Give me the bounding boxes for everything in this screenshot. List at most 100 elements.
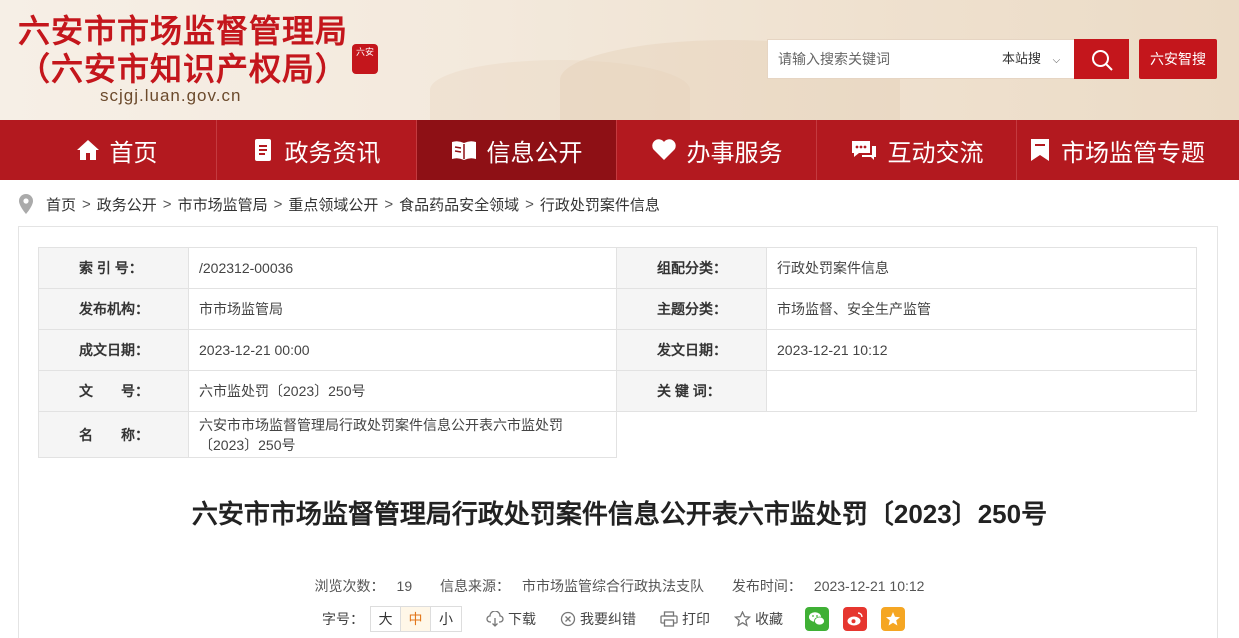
- article-title: 六安市市场监督管理局行政处罚案件信息公开表六市监处罚〔2023〕250号: [191, 499, 1048, 529]
- font-size-medium-button[interactable]: 中: [401, 606, 431, 631]
- report-error-label: 我要纠错: [580, 610, 636, 627]
- qzone-share-button[interactable]: [881, 606, 905, 631]
- meta-label: 主题分类：: [616, 288, 767, 330]
- share-buttons: [805, 606, 919, 631]
- meta-value-doc-number: 六市监处罚〔2023〕250号: [188, 370, 617, 412]
- nav-item-label: 首页: [109, 139, 158, 167]
- nav-item-label: 信息公开: [486, 139, 583, 167]
- weibo-icon: [847, 611, 863, 625]
- font-size-label: 字号：: [322, 610, 364, 627]
- breadcrumb-separator: >: [162, 195, 172, 213]
- publish-time-info: 发布时间： 2023-12-21 10:12: [726, 578, 931, 594]
- nav-item-services[interactable]: 办事服务: [617, 120, 817, 180]
- source-label: 信息来源：: [440, 578, 511, 594]
- breadcrumb: 首页 > 政务公开 > 市市场监管局 > 重点领域公开 > 食品药品安全领域 > 行政处罚…: [18, 192, 660, 216]
- article-tools: 字号： 大 中 小 下载 我要纠错 打印 收藏: [322, 605, 919, 632]
- search-scope-label: 本站搜: [1002, 51, 1042, 66]
- breadcrumb-separator: >: [82, 195, 91, 213]
- views-label: 浏览次数：: [314, 578, 385, 594]
- favorite-button[interactable]: 收藏: [734, 609, 783, 629]
- search-scope-select[interactable]: 本站搜 ⌵: [1002, 40, 1060, 78]
- bookmark-icon: [1031, 139, 1049, 161]
- source-info: 信息来源： 市市场监管综合行政执法支队: [434, 578, 710, 594]
- table-row: 名 称： 六安市市场监督管理局行政处罚案件信息公开表六市监处罚〔2023〕250…: [38, 411, 1197, 458]
- document-meta-table: 索 引 号： /202312-00036 组配分类： 行政处罚案件信息 发布机构…: [38, 247, 1197, 458]
- breadcrumb-link[interactable]: 首页: [46, 194, 76, 215]
- seal-text: 六安: [355, 48, 374, 58]
- report-error-button[interactable]: 我要纠错: [560, 609, 636, 629]
- star-icon: [886, 611, 900, 625]
- table-row: 成文日期： 2023-12-21 00:00 发文日期： 2023-12-21 …: [38, 329, 1197, 371]
- publish-time-value: 2023-12-21 10:12: [813, 578, 925, 594]
- smart-search-button[interactable]: 六安智搜: [1139, 39, 1217, 79]
- meta-value-created: 2023-12-21 00:00: [188, 329, 617, 371]
- nav-item-label: 互动交流: [887, 139, 984, 167]
- nav-item-info-open[interactable]: 信息公开: [417, 120, 617, 180]
- meta-label: 发文日期：: [616, 329, 767, 371]
- download-button[interactable]: 下载: [486, 609, 536, 629]
- favorite-label: 收藏: [755, 610, 783, 627]
- meta-value-publisher: 市市场监管局: [188, 288, 617, 330]
- meta-value-index: /202312-00036: [188, 247, 617, 289]
- nav-item-home[interactable]: 首页: [17, 120, 217, 180]
- meta-label: 组配分类：: [616, 247, 767, 289]
- error-circle-icon: [560, 611, 576, 626]
- site-title-line2[interactable]: （六安市知识产权局）: [18, 44, 348, 90]
- font-size-group: 大 中 小: [370, 605, 462, 632]
- seal-logo: 六安: [352, 44, 378, 74]
- article-info: 浏览次数： 19 信息来源： 市市场监管综合行政执法支队 发布时间： 2023-12-…: [0, 576, 1239, 596]
- site-header: 六安市市场监督管理局 （六安市知识产权局） scjgj.luan.gov.cn …: [0, 0, 1239, 120]
- open-book-icon: [451, 141, 476, 160]
- wechat-share-button[interactable]: [805, 606, 829, 631]
- breadcrumb-separator: >: [384, 195, 394, 213]
- meta-label: 关 键 词：: [616, 370, 767, 412]
- cloud-download-icon: [486, 610, 504, 627]
- breadcrumb-link[interactable]: 食品药品安全领域: [399, 194, 519, 215]
- breadcrumb-separator: >: [525, 195, 534, 213]
- table-row: 索 引 号： /202312-00036 组配分类： 行政处罚案件信息: [38, 247, 1197, 289]
- main-nav: 首页 政务资讯 信息公开 办事服务 互动交流 市场监管专题: [0, 120, 1239, 180]
- home-icon: [76, 140, 99, 160]
- table-row: 文 号： 六市监处罚〔2023〕250号 关 键 词：: [38, 370, 1197, 412]
- star-outline-icon: [734, 610, 751, 627]
- views-count: 19: [396, 578, 413, 594]
- nav-item-label: 市场监管专题: [1061, 139, 1205, 167]
- meta-label: 文 号：: [38, 370, 189, 412]
- site-url: scjgj.luan.gov.cn: [100, 86, 242, 105]
- document-icon: [254, 139, 271, 161]
- meta-value-issued: 2023-12-21 10:12: [766, 329, 1197, 371]
- table-empty-cell: [616, 411, 1197, 458]
- printer-icon: [660, 610, 678, 627]
- breadcrumb-link[interactable]: 市市场监管局: [178, 194, 268, 215]
- views-info: 浏览次数： 19: [309, 578, 419, 594]
- nav-item-label: 办事服务: [686, 139, 783, 167]
- breadcrumb-link[interactable]: 重点领域公开: [288, 194, 378, 215]
- wechat-icon: [809, 611, 825, 625]
- search-icon: [1092, 50, 1113, 71]
- source-value: 市市场监管综合行政执法支队: [522, 578, 705, 594]
- print-label: 打印: [682, 610, 710, 627]
- breadcrumb-link[interactable]: 行政处罚案件信息: [540, 194, 660, 215]
- heart-icon: [651, 139, 676, 160]
- meta-label: 成文日期：: [38, 329, 189, 371]
- chat-icon: [851, 141, 876, 160]
- nav-item-label: 政务资讯: [284, 139, 381, 167]
- meta-value-name: 六安市市场监督管理局行政处罚案件信息公开表六市监处罚〔2023〕250号: [188, 411, 617, 458]
- nav-item-news[interactable]: 政务资讯: [217, 120, 417, 180]
- breadcrumb-link[interactable]: 政务公开: [97, 194, 157, 215]
- breadcrumb-separator: >: [273, 195, 283, 213]
- meta-label: 索 引 号：: [38, 247, 189, 289]
- search-box: 本站搜 ⌵: [767, 39, 1075, 79]
- meta-value-category: 行政处罚案件信息: [766, 247, 1197, 289]
- font-size-large-button[interactable]: 大: [371, 606, 401, 631]
- print-button[interactable]: 打印: [660, 609, 710, 629]
- search-input[interactable]: [768, 40, 988, 78]
- download-label: 下载: [508, 610, 536, 627]
- meta-value-topic: 市场监督、安全生产监管: [766, 288, 1197, 330]
- nav-item-interaction[interactable]: 互动交流: [817, 120, 1017, 180]
- nav-item-market-topics[interactable]: 市场监管专题: [1017, 120, 1217, 180]
- table-row: 发布机构： 市市场监管局 主题分类： 市场监督、安全生产监管: [38, 288, 1197, 330]
- search-button[interactable]: [1074, 39, 1129, 79]
- font-size-small-button[interactable]: 小: [431, 607, 461, 631]
- weibo-share-button[interactable]: [843, 606, 867, 631]
